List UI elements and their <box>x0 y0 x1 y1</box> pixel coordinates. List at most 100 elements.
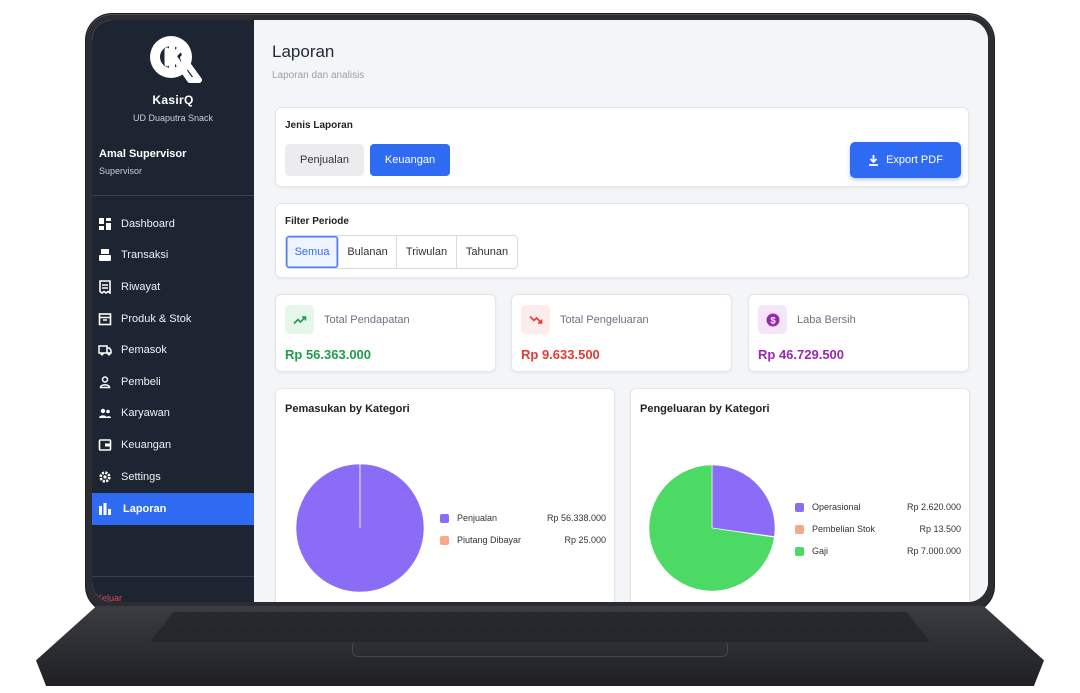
sidebar-item-keuangan[interactable]: Keuangan <box>92 429 254 461</box>
export-pdf-label: Export PDF <box>886 154 943 166</box>
person-icon <box>99 376 111 389</box>
cashier-icon <box>99 249 111 262</box>
sidebar-item-settings[interactable]: Settings <box>92 461 254 493</box>
pemasukan-chart-card: Pemasukan by Kategori Penjualan Rp 56.33… <box>275 388 615 602</box>
legend-swatch <box>440 513 449 523</box>
period-filter-card: Filter Periode Semua Bulanan Triwulan Ta… <box>275 203 969 278</box>
report-type-keuangan-button[interactable]: Keuangan <box>370 144 450 176</box>
legend-label: Piutang Dibayar <box>457 535 522 545</box>
sidebar-item-label: Keuangan <box>121 438 172 451</box>
legend-swatch <box>795 502 804 512</box>
sidebar-item-label: Riwayat <box>121 280 161 293</box>
report-type-card: Jenis Laporan Penjualan Keuangan Export … <box>275 107 969 187</box>
laptop-keyboard <box>150 612 930 642</box>
period-triwulan-button[interactable]: Triwulan <box>397 236 457 268</box>
group-icon <box>99 409 111 419</box>
pengeluaran-chart-card: Pengeluaran by Kategori Operasional Rp 2… <box>630 388 970 602</box>
legend-value: Rp 7.000.000 <box>906 546 961 556</box>
sidebar-item-label: Produk & Stok <box>121 312 192 325</box>
sidebar-item-transaksi[interactable]: Transaksi <box>92 240 254 272</box>
sidebar-item-produk-stok[interactable]: Produk & Stok <box>92 303 254 335</box>
period-tahunan-button[interactable]: Tahunan <box>457 236 517 268</box>
sidebar-item-riwayat[interactable]: Riwayat <box>92 271 254 303</box>
legend-value: Rp 13.500 <box>919 524 961 534</box>
pie-slice-operasional[interactable] <box>711 464 776 538</box>
sidebar-item-label: Pemasok <box>121 344 167 357</box>
legend-value: Rp 2.620.000 <box>906 502 961 512</box>
wallet-icon <box>98 439 112 451</box>
stat-card-pendapatan: Total Pendapatan Rp 56.363.000 <box>275 294 496 372</box>
report-type-label: Jenis Laporan <box>285 120 353 131</box>
user-role: Supervisor <box>99 166 143 176</box>
laptop-screen: KasirQ UD Duaputra Snack Amal Supervisor… <box>92 20 988 602</box>
period-bulanan-button[interactable]: Bulanan <box>339 236 397 268</box>
sidebar-item-label: Settings <box>121 470 161 483</box>
legend-label: Penjualan <box>457 513 498 523</box>
sidebar-item-laporan[interactable]: Laporan <box>92 493 254 525</box>
dashboard-icon <box>99 217 111 230</box>
main-content: Laporan Laporan dan analisis Jenis Lapor… <box>254 20 988 602</box>
export-pdf-button[interactable]: Export PDF <box>850 142 961 178</box>
stat-value: Rp 46.729.500 <box>758 347 845 362</box>
legend-swatch <box>795 546 804 556</box>
page-title: Laporan <box>272 42 335 61</box>
truck-icon <box>98 345 112 356</box>
legend-label: Gaji <box>812 546 829 556</box>
trending-up-icon <box>285 305 314 334</box>
pemasukan-legend: Penjualan Rp 56.338.000 Piutang Dibayar … <box>440 507 606 551</box>
download-icon <box>869 155 879 166</box>
period-filter-label: Filter Periode <box>285 216 349 227</box>
svg-text:$: $ <box>770 315 776 326</box>
legend-item: Operasional Rp 2.620.000 <box>795 496 961 518</box>
trending-down-icon <box>521 305 550 334</box>
gear-icon <box>99 470 111 483</box>
page-subtitle: Laporan dan analisis <box>272 70 365 81</box>
sidebar-item-label: Transaksi <box>121 249 169 262</box>
user-name: Amal Supervisor <box>99 148 187 160</box>
legend-item: Gaji Rp 7.000.000 <box>795 540 961 562</box>
kasirq-logo-icon <box>150 36 202 83</box>
sidebar-item-dashboard[interactable]: Dashboard <box>92 208 254 240</box>
legend-item: Pembelian Stok Rp 13.500 <box>795 518 961 540</box>
sidebar-nav: Dashboard Transaksi Riwayat Produk & Sto… <box>92 208 254 525</box>
brand-name: KasirQ <box>152 93 194 107</box>
sidebar-item-karyawan[interactable]: Karyawan <box>92 398 254 430</box>
stat-value: Rp 56.363.000 <box>285 347 372 362</box>
sidebar-item-label: Dashboard <box>121 217 175 230</box>
laptop-trackpad <box>352 643 728 657</box>
legend-label: Operasional <box>812 502 861 512</box>
stat-card-laba: $ Laba Bersih Rp 46.729.500 <box>748 294 969 372</box>
sidebar: KasirQ UD Duaputra Snack Amal Supervisor… <box>92 20 254 602</box>
legend-swatch <box>795 524 804 534</box>
legend-swatch <box>440 535 449 545</box>
sidebar-divider <box>92 195 254 196</box>
pemasukan-pie-chart <box>295 463 425 593</box>
logout-link[interactable]: Keluar <box>96 593 122 602</box>
brand: KasirQ UD Duaputra Snack <box>92 30 254 123</box>
sidebar-item-label: Pembeli <box>121 375 161 388</box>
brand-subtitle: UD Duaputra Snack <box>132 113 214 123</box>
period-semua-button[interactable]: Semua <box>286 236 339 268</box>
receipt-icon <box>99 280 111 294</box>
legend-value: Rp 56.338.000 <box>546 513 606 523</box>
sidebar-item-pemasok[interactable]: Pemasok <box>92 334 254 366</box>
legend-item: Penjualan Rp 56.338.000 <box>440 507 606 529</box>
dollar-circle-icon: $ <box>758 305 787 334</box>
report-type-penjualan-button[interactable]: Penjualan <box>285 144 364 176</box>
sidebar-item-pembeli[interactable]: Pembeli <box>92 366 254 398</box>
pengeluaran-pie-chart <box>648 464 776 592</box>
sidebar-divider <box>92 576 254 577</box>
pengeluaran-legend: Operasional Rp 2.620.000 Pembelian Stok … <box>795 496 961 562</box>
stat-value: Rp 9.633.500 <box>521 347 600 362</box>
sidebar-item-label: Karyawan <box>121 407 170 420</box>
stat-card-pengeluaran: Total Pengeluaran Rp 9.633.500 <box>511 294 732 372</box>
stat-label: Total Pengeluaran <box>560 314 649 326</box>
legend-item: Piutang Dibayar Rp 25.000 <box>440 529 606 551</box>
user-info: Amal Supervisor Supervisor <box>99 148 186 176</box>
box-icon <box>98 312 112 325</box>
legend-label: Pembelian Stok <box>812 524 876 534</box>
chart-title: Pengeluaran by Kategori <box>640 403 770 415</box>
legend-value: Rp 25.000 <box>564 535 606 545</box>
bar-chart-icon <box>99 503 111 516</box>
stat-label: Total Pendapatan <box>324 314 410 326</box>
